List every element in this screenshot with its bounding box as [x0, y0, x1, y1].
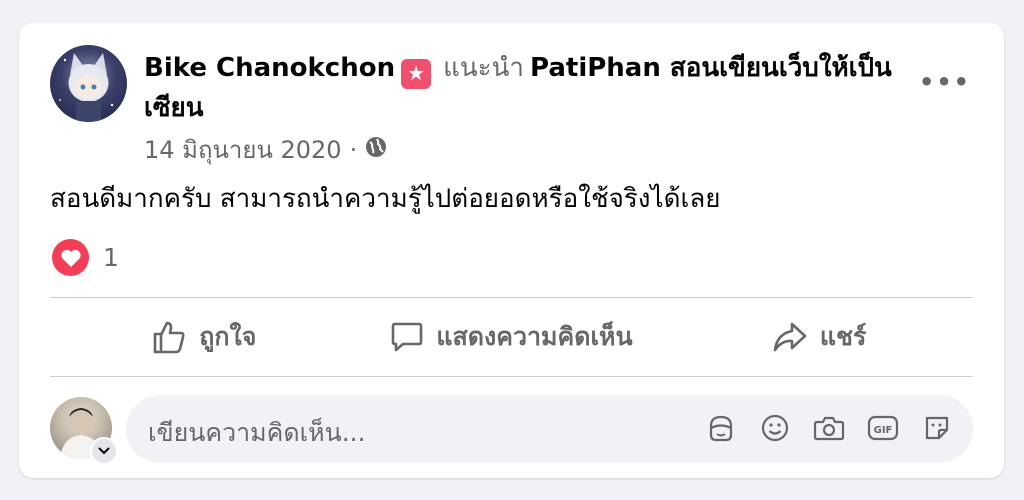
recommend-verb: แนะนำ	[443, 53, 524, 83]
comment-input[interactable]: เขียนความคิดเห็น...	[148, 413, 366, 453]
post-text: สอนดีมากครับ สามารถนำความรู้ไปต่อยอดหรือ…	[50, 184, 721, 214]
like-button[interactable]: ถูกใจ	[50, 298, 358, 376]
emoji-icon[interactable]	[759, 412, 791, 444]
reaction-count: 1	[103, 243, 119, 272]
more-options-button[interactable]: •••	[919, 68, 971, 96]
share-button[interactable]: แชร์	[665, 298, 973, 376]
gif-text: GIF	[874, 425, 893, 436]
post-header: Bike Chanokchon ★ แนะนำ PatiPhan สอนเขียนเว…	[144, 49, 904, 127]
share-label: แชร์	[819, 322, 867, 351]
meta-separator: ·	[349, 135, 358, 164]
avatar-sticker-icon[interactable]	[705, 412, 737, 444]
star-icon: ★	[401, 59, 432, 89]
comment-button[interactable]: แสดงความคิดเห็น	[358, 298, 666, 376]
post-date[interactable]: 14 มิถุนายน 2020	[144, 130, 342, 169]
author-avatar[interactable]	[50, 45, 127, 122]
composer-tools: GIF	[705, 412, 953, 444]
post-meta: 14 มิถุนายน 2020 ·	[144, 130, 387, 169]
heart-icon	[52, 239, 89, 276]
camera-icon[interactable]	[813, 412, 845, 444]
reaction-summary[interactable]: 1	[52, 239, 119, 276]
comment-label: แสดงความคิดเห็น	[436, 322, 633, 351]
post-actions: ถูกใจ แสดงความคิดเห็น แชร์	[50, 298, 973, 376]
comment-bubble-icon	[392, 322, 423, 352]
post-card: Bike Chanokchon ★ แนะนำ PatiPhan สอนเขียนเว…	[19, 23, 1004, 478]
commenter-avatar[interactable]	[50, 397, 118, 465]
sticker-icon[interactable]	[921, 412, 953, 444]
share-arrow-icon	[773, 322, 807, 352]
like-label: ถูกใจ	[199, 322, 257, 351]
globe-icon[interactable]	[365, 136, 387, 164]
thumbs-up-icon	[153, 321, 185, 354]
chevron-down-icon[interactable]	[90, 437, 118, 465]
gif-icon[interactable]: GIF	[867, 412, 899, 444]
comment-composer[interactable]: เขียนความคิดเห็น... GIF	[126, 395, 973, 463]
divider-bottom	[50, 376, 973, 377]
author-name[interactable]: Bike Chanokchon	[144, 53, 395, 83]
